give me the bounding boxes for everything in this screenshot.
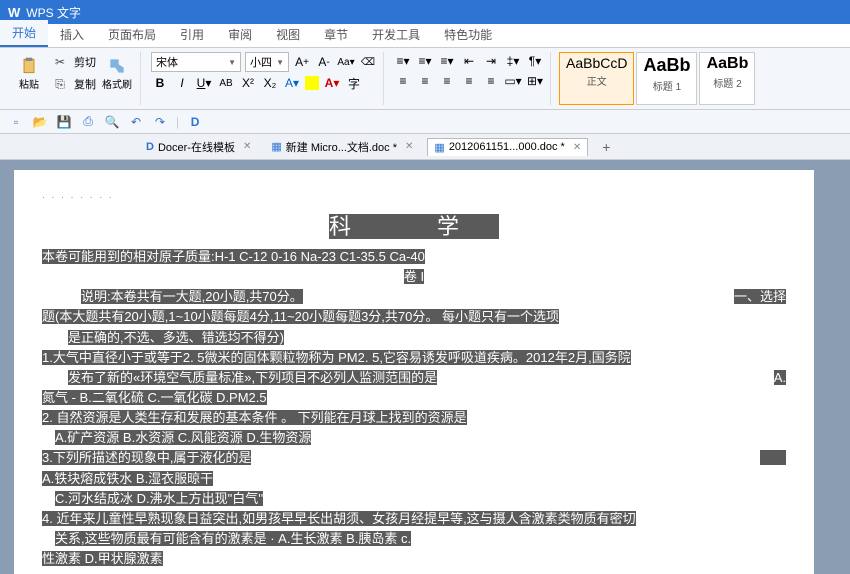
font-effects-button[interactable]: A▾ — [283, 74, 301, 92]
font-family-select[interactable]: 宋体▼ — [151, 52, 241, 72]
tab-pagelayout[interactable]: 页面布局 — [96, 22, 168, 47]
subscript-button[interactable]: X₂ — [261, 74, 279, 92]
shading-button[interactable]: ▭▾ — [504, 72, 522, 90]
new-tab-button[interactable]: + — [596, 137, 616, 157]
format-painter-button[interactable]: 格式刷 — [100, 56, 134, 91]
doc-line: 4. 近年来儿童性早熟现象日益突出,如男孩早早长出胡须、女孩月经提早等,这与摄人… — [42, 509, 786, 529]
title-bar: W WPS 文字 — [0, 0, 850, 24]
align-left-button[interactable]: ≡ — [394, 72, 412, 90]
quick-access-toolbar: ▫ 📂 💾 ⎙ 🔍 ↶ ↷ | D — [0, 110, 850, 134]
italic-button[interactable]: I — [173, 74, 191, 92]
copy-icon: ⎘ — [50, 74, 70, 94]
borders-button[interactable]: ⊞▾ — [526, 72, 544, 90]
save-icon[interactable]: 💾 — [56, 114, 72, 130]
doc-line: 说明:本卷共有一大题,20小题,共70分。一、选择 — [42, 287, 786, 307]
close-tab-icon[interactable]: ✕ — [573, 142, 581, 153]
tab-view[interactable]: 视图 — [264, 22, 312, 47]
bold-button[interactable]: B — [151, 74, 169, 92]
menu-tabs: 开始 插入 页面布局 引用 审阅 视图 章节 开发工具 特色功能 — [0, 24, 850, 48]
doc-line: 卷 I — [42, 267, 786, 287]
distribute-button[interactable]: ≡ — [482, 72, 500, 90]
styles-gallery: AaBbCcD正文 AaBb标题 1 AaBb标题 2 — [559, 52, 755, 105]
style-normal[interactable]: AaBbCcD正文 — [559, 52, 634, 105]
align-right-button[interactable]: ≡ — [438, 72, 456, 90]
doc-line: 氮气 - B.二氧化硫 C.一氧化碳 D.PM2.5 — [42, 388, 786, 408]
change-case-button[interactable]: Aa▾ — [337, 53, 355, 71]
plus-icon: + — [602, 139, 610, 155]
doc-line: 1.大气中直径小于或等于2. 5微米的固体颗粒物称为 PM2. 5,它容易诱发呼… — [42, 348, 786, 368]
grow-font-button[interactable]: A+ — [293, 53, 311, 71]
tab-review[interactable]: 审阅 — [216, 22, 264, 47]
app-name: WPS 文字 — [26, 4, 81, 21]
paragraph-group: ≡▾ ≡▾ ≡▾ ⇤ ⇥ ‡▾ ¶▾ ≡ ≡ ≡ ≡ ≡ ▭▾ ⊞▾ — [388, 52, 551, 105]
highlight-button[interactable] — [305, 76, 319, 90]
underline-button[interactable]: U▾ — [195, 74, 213, 92]
decrease-indent-button[interactable]: ⇤ — [460, 52, 478, 70]
cut-button[interactable]: ✂剪切 — [50, 52, 96, 72]
doc-line: A.铁块熔成铁水 B.湿衣服晾干 — [42, 469, 786, 489]
doc-line: 性激素 D.甲状腺激素 — [42, 549, 786, 569]
app-logo: W — [8, 5, 20, 20]
docer-tab-icon: D — [146, 141, 154, 153]
doc-line: 关系,这些物质最有可能含有的激素是 · A.生长激素 B.胰岛素 c. — [42, 529, 786, 549]
font-color-button[interactable]: A▾ — [323, 74, 341, 92]
bullets-button[interactable]: ≡▾ — [394, 52, 412, 70]
open-icon[interactable]: 📂 — [32, 114, 48, 130]
document-area[interactable]: . . . . . . . . 科 学 本卷可能用到的相对原子质量:H-1 C-… — [0, 160, 850, 574]
doc-line: 题(本大题共有20小题,1~10小题每题4分,11~20小题每题3分,共70分。… — [42, 307, 786, 327]
paste-button[interactable]: 粘贴 — [12, 56, 46, 91]
redo-icon[interactable]: ↷ — [152, 114, 168, 130]
doctab-docer[interactable]: D Docer-在线模板 ✕ — [140, 137, 257, 157]
tab-section[interactable]: 章节 — [312, 22, 360, 47]
phonetic-button[interactable]: 字 — [345, 74, 363, 92]
close-tab-icon[interactable]: ✕ — [243, 141, 251, 152]
doc-line: 本卷可能用到的相对原子质量:H-1 C-12 0-16 Na-23 C1-35.… — [42, 247, 786, 267]
font-group: 宋体▼ 小四▼ A+ A- Aa▾ ⌫ B I U▾ AB X² X₂ A▾ A… — [145, 52, 384, 105]
doc-icon: ▦ — [434, 141, 444, 154]
copy-button[interactable]: ⎘复制 — [50, 74, 96, 94]
doc-line: 发布了新的«环境空气质量标准»,下列项目不必列人监测范围的是A. — [42, 368, 786, 388]
tab-insert[interactable]: 插入 — [48, 22, 96, 47]
doc-line: 是正确的,不选、多选、错选均不得分) — [42, 328, 786, 348]
font-size-select[interactable]: 小四▼ — [245, 52, 289, 72]
scissors-icon: ✂ — [50, 52, 70, 72]
ribbon: 粘贴 ✂剪切 ⎘复制 格式刷 宋体▼ 小四▼ A+ A- Aa▾ ⌫ B I U… — [0, 48, 850, 110]
doc-line: 2. 自然资源是人类生存和发展的基本条件 。 下列能在月球上找到的资源是 — [42, 408, 786, 428]
tab-reference[interactable]: 引用 — [168, 22, 216, 47]
superscript-button[interactable]: X² — [239, 74, 257, 92]
clipboard-group: 粘贴 ✂剪切 ⎘复制 格式刷 — [6, 52, 141, 105]
doc-line: C.河水结成冰 D.沸水上方出现"白气'' — [42, 489, 786, 509]
line-spacing-button[interactable]: ‡▾ — [504, 52, 522, 70]
document-tabs: D Docer-在线模板 ✕ ▦ 新建 Micro...文档.doc * ✕ ▦… — [0, 134, 850, 160]
docer-icon[interactable]: D — [187, 114, 203, 130]
doc-title: 科 学 — [42, 209, 786, 241]
numbering-button[interactable]: ≡▾ — [416, 52, 434, 70]
style-heading2[interactable]: AaBb标题 2 — [699, 52, 755, 105]
doc-line: 3.下列所描述的现象中,属于液化的是 — [42, 448, 786, 468]
show-marks-button[interactable]: ¶▾ — [526, 52, 544, 70]
new-icon[interactable]: ▫ — [8, 114, 24, 130]
shrink-font-button[interactable]: A- — [315, 53, 333, 71]
doc-line: A.矿产资源 B.水资源 C.风能资源 D.生物资源 — [42, 428, 786, 448]
tab-home[interactable]: 开始 — [0, 20, 48, 47]
style-heading1[interactable]: AaBb标题 1 — [636, 52, 697, 105]
ruler-marks: . . . . . . . . — [42, 190, 786, 201]
page[interactable]: . . . . . . . . 科 学 本卷可能用到的相对原子质量:H-1 C-… — [14, 170, 814, 574]
print-icon[interactable]: ⎙ — [80, 114, 96, 130]
strike-button[interactable]: AB — [217, 74, 235, 92]
undo-icon[interactable]: ↶ — [128, 114, 144, 130]
doctab-new[interactable]: ▦ 新建 Micro...文档.doc * ✕ — [265, 137, 419, 157]
increase-indent-button[interactable]: ⇥ — [482, 52, 500, 70]
tab-special[interactable]: 特色功能 — [432, 22, 504, 47]
doc-icon: ▦ — [271, 140, 281, 153]
clear-format-button[interactable]: ⌫ — [359, 53, 377, 71]
close-tab-icon[interactable]: ✕ — [405, 141, 413, 152]
tab-devtools[interactable]: 开发工具 — [360, 22, 432, 47]
align-justify-button[interactable]: ≡ — [460, 72, 478, 90]
multilevel-button[interactable]: ≡▾ — [438, 52, 456, 70]
align-center-button[interactable]: ≡ — [416, 72, 434, 90]
doctab-current[interactable]: ▦ 2012061151...000.doc * ✕ — [427, 138, 588, 156]
preview-icon[interactable]: 🔍 — [104, 114, 120, 130]
